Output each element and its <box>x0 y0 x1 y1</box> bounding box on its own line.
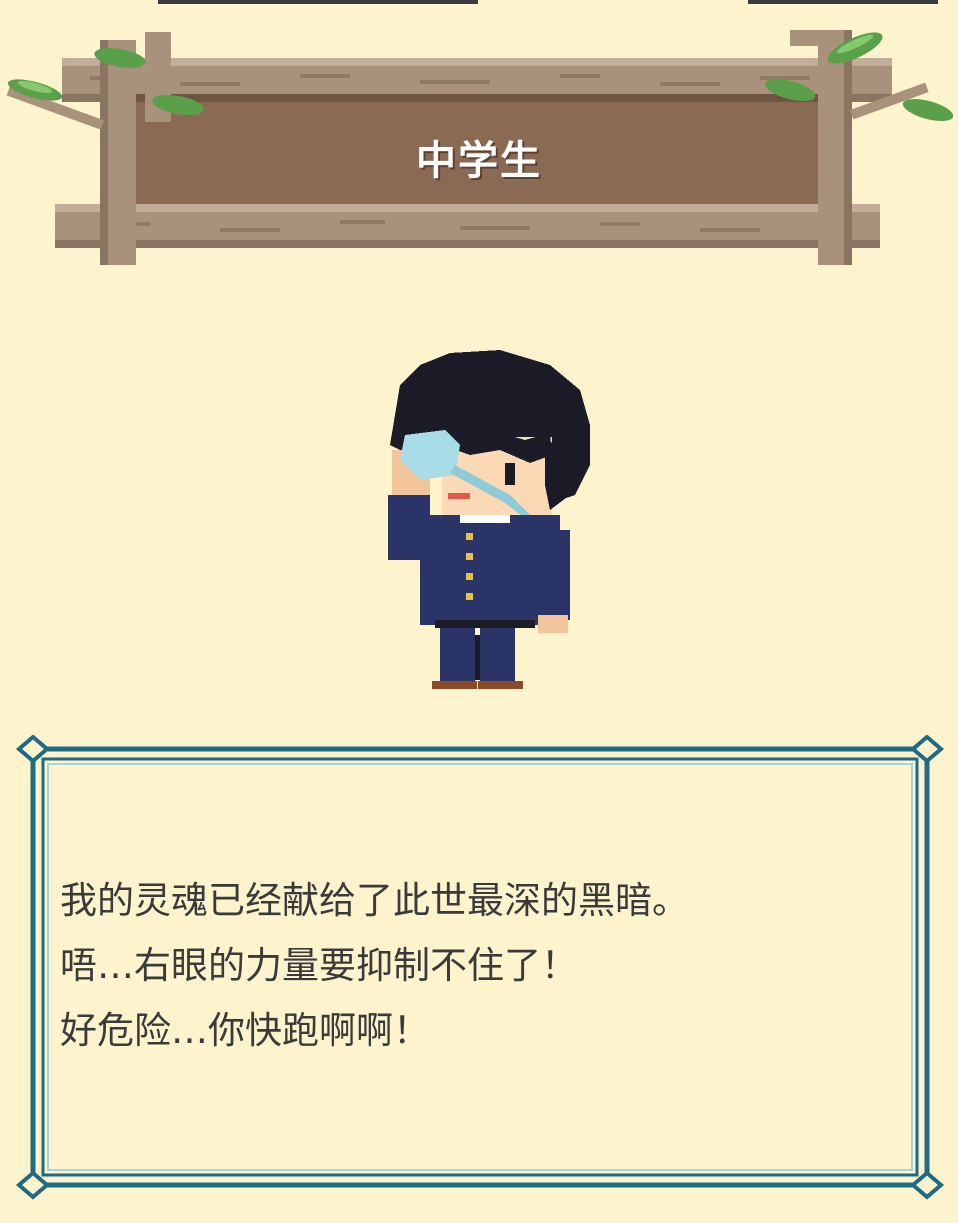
dialog-line: 我的灵魂已经献给了此世最深的黑暗。 <box>60 879 689 922</box>
dialog-text: 我的灵魂已经献给了此世最深的黑暗。 唔…右眼的力量要抑制不住了！ 好危险…你快跑… <box>60 868 900 1063</box>
top-bar-right <box>748 0 938 4</box>
title-sign: 中学生 <box>0 10 958 270</box>
character-sprite <box>350 345 610 695</box>
page-title: 中学生 <box>416 138 542 184</box>
dialog-line: 唔…右眼的力量要抑制不住了！ <box>60 944 578 987</box>
dialog-line: 好危险…你快跑啊啊！ <box>60 1009 430 1052</box>
top-bar-left <box>158 0 478 4</box>
